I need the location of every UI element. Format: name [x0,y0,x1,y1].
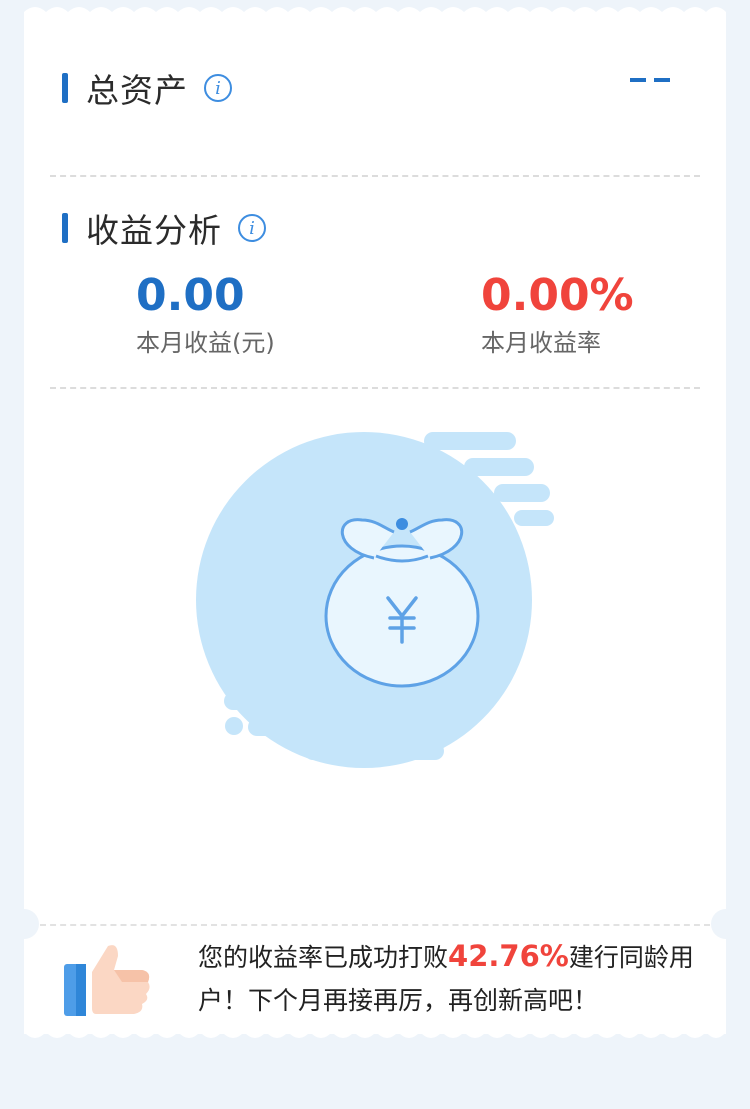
monthly-rate-value: 0.00% [481,270,634,321]
total-assets-title: 总资产 [86,71,188,110]
income-analysis-title: 收益分析 [86,211,222,250]
dash [654,78,670,82]
thumbs-up-icon [64,945,150,1016]
monthly-rate-metric: 0.00% 本月收益率 [481,270,634,358]
section-accent-bar [62,213,68,243]
dash [630,78,646,82]
info-icon[interactable]: i [204,74,232,102]
monthly-income-value: 0.00 [136,270,245,321]
total-assets-header: 总资产 i [62,64,232,112]
footer-highlight: 42.76% [448,939,569,973]
footer-message: 您的收益率已成功打败42.76%建行同龄用户！下个月再接再厉，再创新高吧！ [198,935,718,1022]
card-notch-right [711,909,741,939]
monthly-income-metric: 0.00 本月收益(元) [136,270,275,358]
total-assets-value [630,78,670,82]
monthly-income-label: 本月收益(元) [136,329,275,357]
card-notch-left [9,909,39,939]
money-bag-icon [196,432,554,768]
info-icon[interactable]: i [238,214,266,242]
section-accent-bar [62,73,68,103]
divider [50,387,700,389]
divider [50,175,700,177]
monthly-rate-label: 本月收益率 [481,329,601,357]
asset-card: 总资产 i 收益分析 i 0.00 本月收益(元) 0.00% 本月收益率 您的… [24,12,726,1034]
footer-divider [40,924,710,926]
footer-text-before: 您的收益率已成功打败 [198,943,449,972]
card-scallop-bottom [24,1022,726,1038]
income-analysis-header: 收益分析 i [62,204,266,252]
